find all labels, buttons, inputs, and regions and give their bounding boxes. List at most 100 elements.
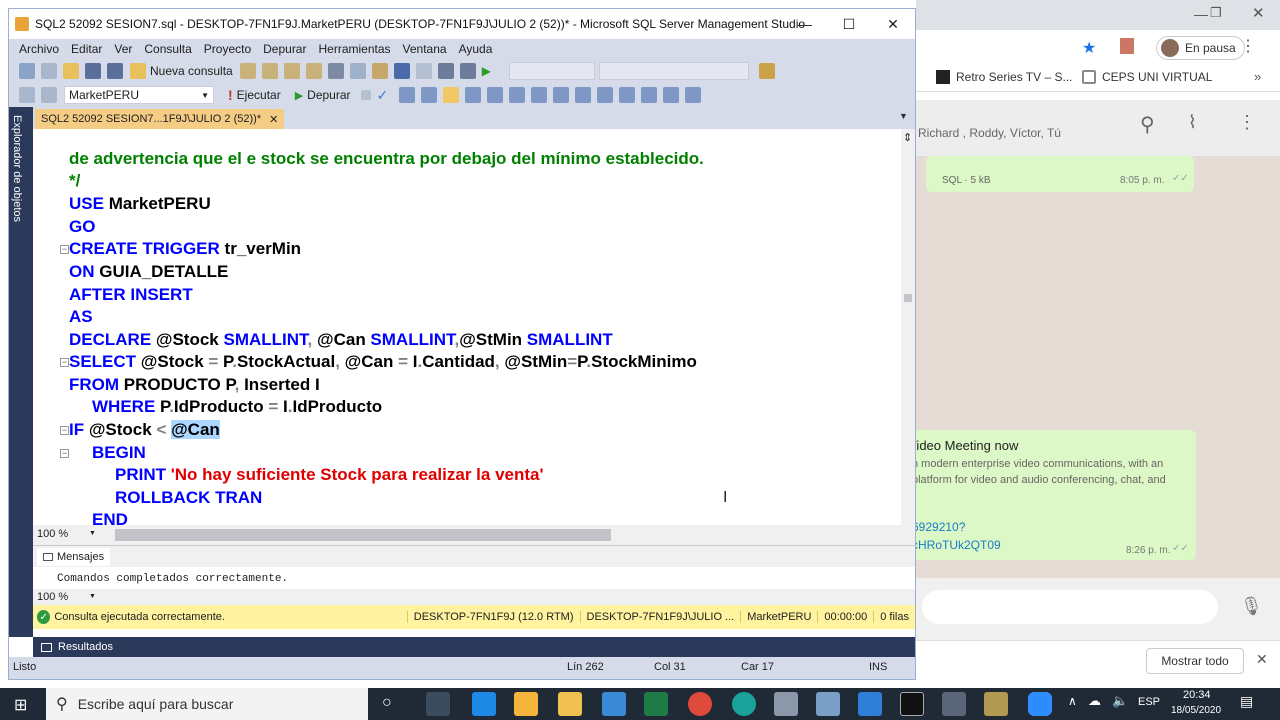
parse-icon[interactable]: ✓ <box>377 87 393 103</box>
terminal-icon[interactable] <box>900 692 924 716</box>
sql-editor[interactable]: de advertencia que el e stock se encuent… <box>33 129 901 525</box>
menu-ventana[interactable]: Ventana <box>397 42 453 56</box>
cut-icon[interactable] <box>327 63 344 79</box>
estimated-plan-icon[interactable] <box>398 87 415 103</box>
query-xmla-icon[interactable] <box>305 63 322 79</box>
bookmark-item[interactable]: Retro Series TV – S... <box>936 70 1073 84</box>
comment-icon[interactable] <box>596 87 613 103</box>
edge-icon[interactable] <box>472 692 496 716</box>
search-icon[interactable]: ⚲ <box>1140 112 1155 137</box>
chat-menu-icon[interactable]: ⋮ <box>1238 112 1256 133</box>
file-explorer-icon[interactable] <box>558 692 582 716</box>
menu-ver[interactable]: Ver <box>108 42 138 56</box>
menu-archivo[interactable]: Archivo <box>13 42 65 56</box>
scroll-thumb[interactable] <box>904 294 912 302</box>
close-icon[interactable]: ✕ <box>1256 651 1268 668</box>
cloud-icon[interactable]: ☁ <box>1088 693 1101 709</box>
outdent-icon[interactable] <box>640 87 657 103</box>
more-bookmarks-icon[interactable]: » <box>1254 69 1261 84</box>
new-query-button[interactable]: Nueva consulta <box>130 63 233 79</box>
platform-combo[interactable] <box>598 62 749 80</box>
intellisense-icon[interactable] <box>442 87 459 103</box>
results-grid-icon[interactable] <box>552 87 569 103</box>
config-combo[interactable] <box>508 62 595 80</box>
microphone-icon[interactable]: 🎙 <box>1240 596 1263 617</box>
clock-time[interactable]: 20:34 <box>1183 689 1211 701</box>
minimize-button[interactable]: — <box>783 9 827 39</box>
client-stats-icon[interactable] <box>508 87 525 103</box>
collapse-icon[interactable]: − <box>60 245 69 254</box>
attach-icon[interactable]: ⌇ <box>1188 112 1197 133</box>
redo-icon[interactable] <box>415 63 432 79</box>
new-file-icon[interactable] <box>41 63 57 79</box>
language-indicator[interactable]: ESP <box>1138 696 1160 708</box>
ssms-taskbar-icon[interactable] <box>984 692 1008 716</box>
menu-depurar[interactable]: Depurar <box>257 42 312 56</box>
message-input[interactable] <box>922 590 1218 624</box>
taskbar-search[interactable]: ⚲ Escribe aquí para buscar <box>46 688 368 720</box>
change-connection-icon[interactable] <box>41 87 57 103</box>
copy-icon[interactable] <box>349 63 366 79</box>
chevron-down-icon[interactable]: ▼ <box>89 593 96 600</box>
query-db-icon[interactable] <box>239 63 256 79</box>
tray-chevron-icon[interactable]: ∧ <box>1068 694 1077 708</box>
excel-icon[interactable] <box>644 692 668 716</box>
restore-icon[interactable]: ❐ <box>1210 5 1222 21</box>
query-designer-icon[interactable] <box>420 87 437 103</box>
split-icon[interactable]: ⇕ <box>903 131 912 144</box>
menu-consulta[interactable]: Consulta <box>138 42 197 56</box>
results-text-icon[interactable] <box>530 87 547 103</box>
snip-icon[interactable] <box>602 692 626 716</box>
notifications-icon[interactable]: ▤ <box>1240 693 1253 710</box>
profile-pause-pill[interactable]: En pausa <box>1156 36 1245 60</box>
uncomment-icon[interactable] <box>618 87 635 103</box>
minimize-icon[interactable]: — <box>1194 6 1208 22</box>
task-view-icon[interactable] <box>426 692 450 716</box>
menu-herramientas[interactable]: Herramientas <box>312 42 396 56</box>
start-icon[interactable]: ▶ <box>482 63 498 79</box>
bookmark-item[interactable]: CEPS UNI VIRTUAL <box>1082 70 1212 84</box>
zoom-icon[interactable] <box>1028 692 1052 716</box>
save-all-icon[interactable] <box>107 63 123 79</box>
actual-plan-icon[interactable] <box>464 87 481 103</box>
link-text[interactable]: 6929210? <box>912 520 965 534</box>
volume-icon[interactable]: 🔈 <box>1112 693 1128 709</box>
live-stats-icon[interactable] <box>486 87 503 103</box>
show-all-button[interactable]: Mostrar todo <box>1146 648 1244 674</box>
cortana-icon[interactable]: ○ <box>382 694 392 712</box>
specify-values-icon[interactable] <box>684 87 701 103</box>
edge-dev-icon[interactable] <box>732 692 756 716</box>
close-icon[interactable]: ✕ <box>1252 4 1265 22</box>
editor-vertical-scrollbar[interactable]: ⇕ <box>901 129 915 525</box>
menu-proyecto[interactable]: Proyecto <box>198 42 257 56</box>
store-icon[interactable] <box>514 692 538 716</box>
messages-zoom-value[interactable]: 100 % <box>37 591 68 603</box>
collapse-icon[interactable]: − <box>60 426 69 435</box>
toolbox-icon[interactable] <box>758 63 775 79</box>
maximize-button[interactable]: ☐ <box>827 9 871 39</box>
horizontal-scroll-thumb[interactable] <box>115 529 611 541</box>
solution-config-icon[interactable] <box>459 63 476 79</box>
new-project-icon[interactable] <box>19 63 35 79</box>
windows-start-icon[interactable]: ⊞ <box>14 695 27 715</box>
tab-dropdown-icon[interactable]: ▼ <box>899 111 908 121</box>
extension-icon[interactable] <box>1120 38 1134 54</box>
execute-button[interactable]: ! Ejecutar <box>228 87 281 103</box>
menu-editar[interactable]: Editar <box>65 42 108 56</box>
tab-sesion7[interactable]: SQL2 52092 SESION7...1F9J\JULIO 2 (52))*… <box>35 109 285 129</box>
close-button[interactable]: ✕ <box>871 9 915 39</box>
object-explorer-tab[interactable]: Explorador de objetos <box>9 107 33 637</box>
link-message-bubble[interactable]: Video Meeting now n modern enterprise vi… <box>906 430 1196 560</box>
kebab-menu-icon[interactable]: ⋮ <box>1240 36 1256 56</box>
save-icon[interactable] <box>85 63 101 79</box>
collapse-icon[interactable]: − <box>60 449 69 458</box>
query-analysis-icon[interactable] <box>261 63 278 79</box>
navigate-back-icon[interactable] <box>437 63 454 79</box>
link-text[interactable]: cHRoTUk2QT09 <box>912 538 1001 552</box>
star-icon[interactable]: ★ <box>1082 38 1096 58</box>
calculator-icon[interactable] <box>942 692 966 716</box>
debug-button[interactable]: ▶ Depurar <box>295 88 351 102</box>
stop-icon[interactable] <box>360 90 371 100</box>
chrome-icon[interactable] <box>688 692 712 716</box>
connect-icon[interactable] <box>19 87 35 103</box>
